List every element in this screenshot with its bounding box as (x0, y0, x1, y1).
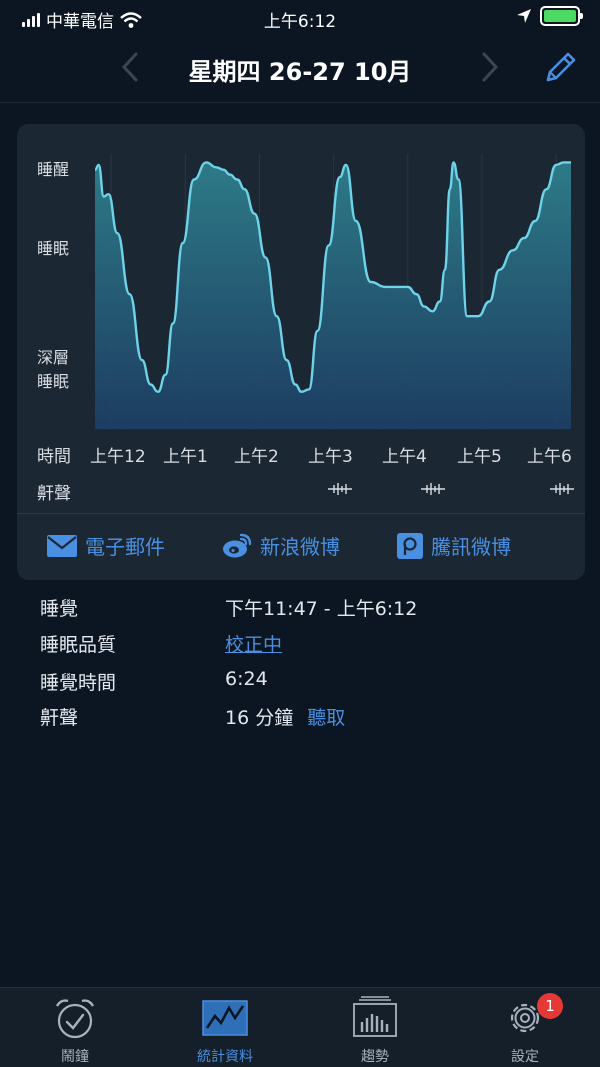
statistics-chart-icon (202, 1000, 248, 1036)
share-weibo-label: 新浪微博 (260, 535, 340, 559)
y-label-deep-line2: 睡眠 (37, 372, 70, 391)
trends-bar-icon (353, 996, 397, 1037)
y-label-awake: 睡醒 (37, 160, 70, 179)
sleep-area-fill (95, 162, 571, 429)
battery-icon (540, 6, 583, 26)
share-tencent-label: 騰訊微博 (431, 535, 511, 559)
sleep-chart-card: 睡醒 睡眠 深層 睡眠 時間 上午12 上午1 上午2 上午3 上午4 上午5 … (17, 124, 585, 580)
tab-bar: 鬧鐘 統計資料 趨勢 1 設定 (0, 987, 600, 1067)
x-tick-label: 上午3 (308, 447, 353, 467)
settings-notification-badge: 1 (537, 993, 563, 1019)
snore-row-label: 鼾聲 (37, 484, 71, 504)
tab-trends-label: 趨勢 (361, 1049, 389, 1065)
detail-duration-label: 睡覺時間 (40, 672, 117, 694)
x-axis-label: 時間 (37, 447, 71, 467)
envelope-icon (47, 534, 77, 557)
alarm-clock-icon (55, 999, 95, 1039)
x-tick-label: 上午1 (163, 447, 208, 467)
share-weibo-button[interactable]: 新浪微博 (222, 531, 340, 560)
y-label-deep-sleep: 深層 睡眠 (37, 346, 69, 394)
tab-settings[interactable]: 1 設定 (475, 993, 575, 1066)
detail-quality-label: 睡眠品質 (40, 634, 117, 656)
status-time: 上午6:12 (263, 12, 337, 32)
status-bar: 中華電信 上午6:12 (0, 0, 600, 34)
snore-marker[interactable] (327, 481, 353, 497)
location-arrow-icon (517, 9, 531, 23)
next-day-button[interactable] (474, 50, 504, 84)
tab-alarm-label: 鬧鐘 (61, 1049, 89, 1065)
detail-sleep-label: 睡覺 (40, 598, 79, 620)
y-label-sleep: 睡眠 (37, 239, 70, 258)
edit-pencil-icon[interactable] (540, 48, 580, 88)
detail-snore-value: 16 分鐘 (225, 707, 294, 729)
share-tencent-button[interactable]: 騰訊微博 (397, 531, 511, 560)
status-right (516, 6, 583, 26)
listen-snore-button[interactable]: 聽取 (307, 707, 345, 729)
detail-snore-row: 16 分鐘 聽取 (225, 703, 345, 730)
detail-sleep-value: 下午11:47 - 上午6:12 (225, 598, 418, 620)
sleep-quality-link[interactable]: 校正中 (225, 630, 282, 657)
card-divider (17, 513, 585, 514)
detail-duration-value: 6:24 (225, 668, 268, 690)
x-tick-label: 上午12 (90, 447, 146, 467)
snore-marker[interactable] (420, 481, 446, 497)
share-email-button[interactable]: 電子郵件 (47, 531, 165, 560)
tab-settings-label: 設定 (511, 1049, 539, 1065)
detail-snore-label: 鼾聲 (40, 707, 79, 729)
x-tick-label: 上午2 (234, 447, 279, 467)
x-tick-label: 上午6 (527, 447, 572, 467)
nav-header: 星期四 26-27 10月 (0, 40, 600, 96)
tab-alarm[interactable]: 鬧鐘 (25, 996, 125, 1066)
share-email-label: 電子郵件 (85, 535, 165, 559)
weibo-icon (223, 533, 252, 557)
tab-statistics[interactable]: 統計資料 (175, 996, 275, 1066)
x-tick-label: 上午5 (457, 447, 502, 467)
snore-marker[interactable] (549, 481, 575, 497)
tab-statistics-label: 統計資料 (197, 1049, 253, 1065)
page-title: 星期四 26-27 10月 (188, 58, 412, 86)
header-divider (0, 102, 600, 103)
y-label-deep-line1: 深層 (37, 348, 70, 367)
x-tick-label: 上午4 (382, 447, 427, 467)
tencent-weibo-icon (397, 532, 423, 559)
tab-trends[interactable]: 趨勢 (325, 996, 425, 1066)
